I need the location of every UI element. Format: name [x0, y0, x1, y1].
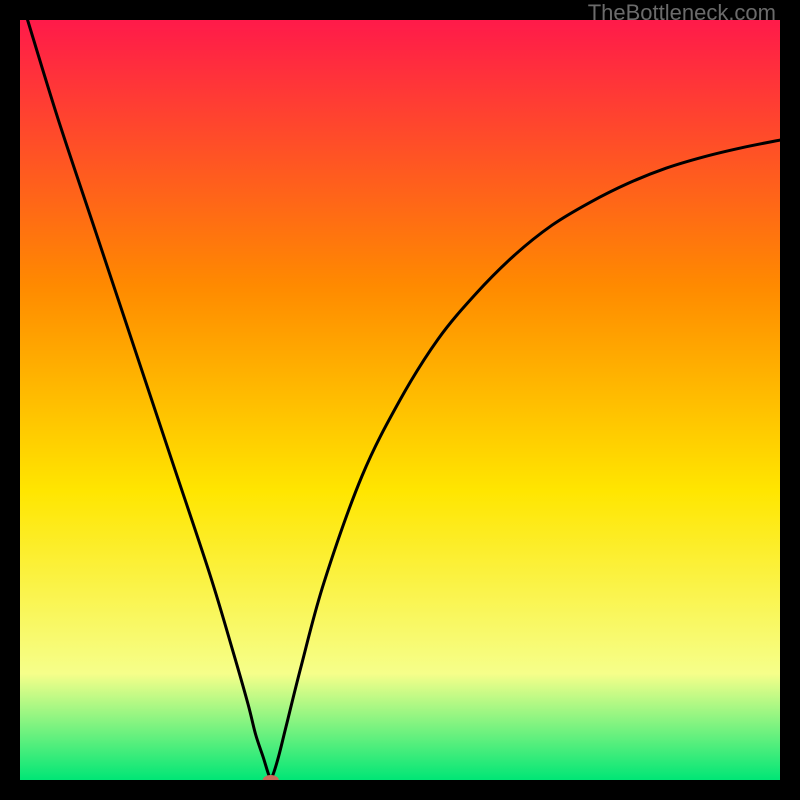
plot-area	[20, 20, 780, 780]
bottleneck-chart	[20, 20, 780, 780]
watermark-text: TheBottleneck.com	[588, 0, 776, 26]
chart-container: TheBottleneck.com	[0, 0, 800, 800]
